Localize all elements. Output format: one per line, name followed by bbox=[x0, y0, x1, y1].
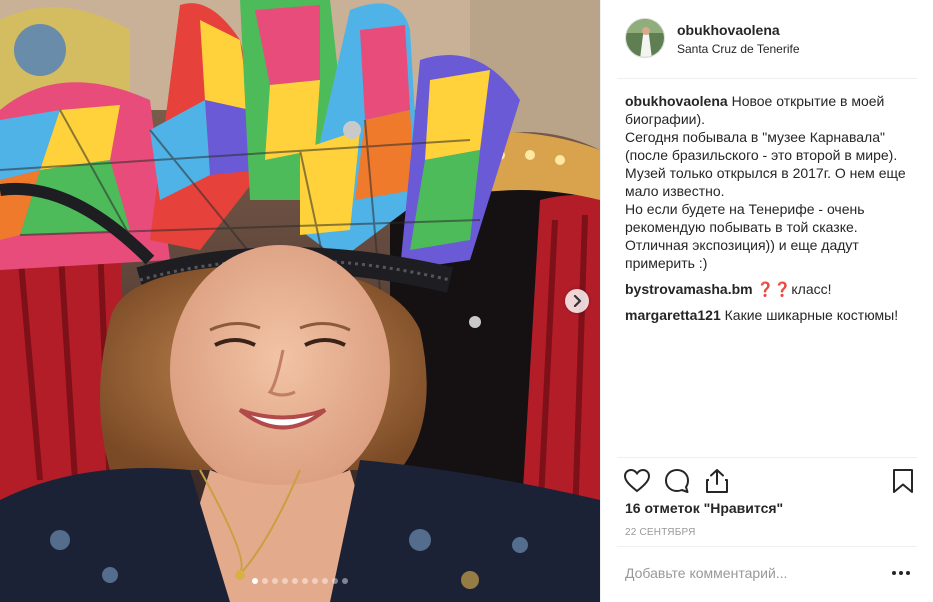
avatar-image bbox=[626, 19, 664, 57]
carousel-dot bbox=[302, 578, 308, 584]
comment-item: margaretta121 Какие шикарные костюмы! bbox=[625, 306, 915, 324]
comment-input-divider bbox=[617, 546, 917, 547]
carousel-dot bbox=[312, 578, 318, 584]
comment-button[interactable] bbox=[663, 467, 691, 495]
carousel-next-button[interactable] bbox=[565, 289, 589, 313]
chevron-right-icon bbox=[573, 295, 582, 307]
bookmark-icon bbox=[893, 469, 913, 493]
post-photo[interactable] bbox=[0, 0, 600, 602]
post-location[interactable]: Santa Cruz de Tenerife bbox=[677, 42, 800, 56]
share-button[interactable] bbox=[703, 467, 731, 495]
likes-count[interactable]: 16 отметок "Нравится" bbox=[625, 500, 783, 516]
carousel-dot bbox=[282, 578, 288, 584]
more-options-button[interactable] bbox=[891, 566, 911, 578]
carousel-indicator bbox=[0, 578, 600, 584]
carousel-dot bbox=[252, 578, 258, 584]
carousel-dot bbox=[322, 578, 328, 584]
caption-username[interactable]: obukhovaolena bbox=[625, 93, 728, 109]
post-header: obukhovaolena Santa Cruz de Tenerife bbox=[601, 0, 933, 78]
comments-list: obukhovaolena Новое открытие в моей биог… bbox=[625, 92, 915, 324]
header-divider bbox=[617, 78, 917, 79]
carousel-dot bbox=[342, 578, 348, 584]
comment-text: Какие шикарные костюмы! bbox=[724, 307, 899, 323]
comment-text: ❓❓класс! bbox=[756, 281, 832, 297]
post-caption: obukhovaolena Новое открытие в моей биог… bbox=[625, 92, 915, 272]
actions-divider bbox=[617, 457, 917, 458]
save-button[interactable] bbox=[889, 467, 917, 495]
carousel-dot bbox=[292, 578, 298, 584]
heart-icon bbox=[623, 468, 651, 493]
more-dots-icon bbox=[892, 571, 910, 575]
header-username[interactable]: obukhovaolena bbox=[677, 22, 780, 38]
comment-username[interactable]: margaretta121 bbox=[625, 307, 721, 323]
comment-username[interactable]: bystrovamasha.bm bbox=[625, 281, 753, 297]
add-comment-input[interactable] bbox=[625, 562, 865, 584]
comment-item: bystrovamasha.bm ❓❓класс! bbox=[625, 280, 915, 298]
post-panel: obukhovaolena Santa Cruz de Tenerife obu… bbox=[600, 0, 933, 602]
like-button[interactable] bbox=[623, 467, 651, 495]
carousel-dot bbox=[332, 578, 338, 584]
caption-text: Новое открытие в моей биографии). Сегодн… bbox=[625, 93, 906, 271]
comment-bubble-icon bbox=[665, 469, 689, 493]
carousel-dot bbox=[262, 578, 268, 584]
avatar[interactable] bbox=[625, 18, 665, 58]
carousel-dot bbox=[272, 578, 278, 584]
post-date[interactable]: 22 сентября bbox=[625, 527, 696, 538]
share-icon bbox=[706, 469, 728, 493]
photo-image bbox=[0, 0, 600, 602]
